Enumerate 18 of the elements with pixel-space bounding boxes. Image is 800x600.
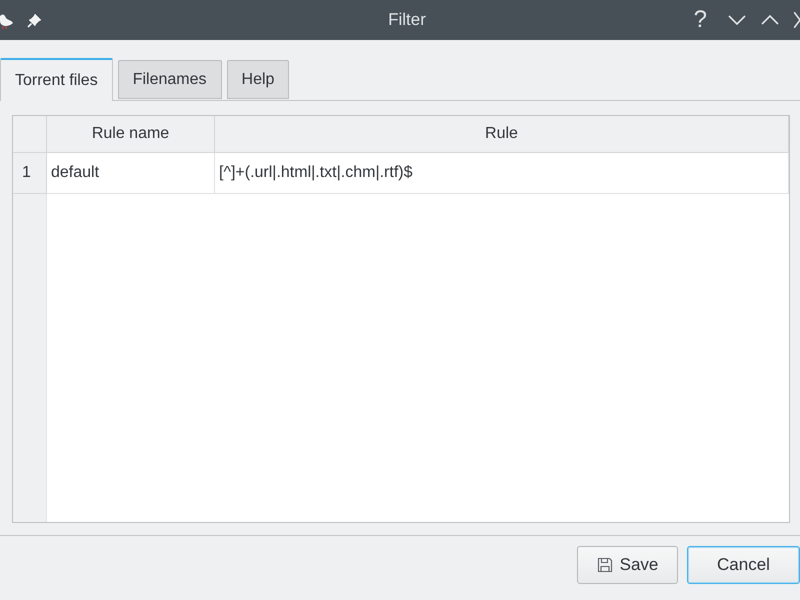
window-title: Filter: [387, 10, 426, 30]
tab[interactable]: Help: [226, 60, 290, 99]
tab[interactable]: Torrent files: [0, 58, 113, 101]
row-number: 1: [13, 153, 47, 194]
maximize-icon[interactable]: [761, 15, 779, 25]
help-button[interactable]: ?: [694, 8, 707, 32]
save-icon: [596, 557, 613, 573]
tab[interactable]: Filenames: [118, 60, 222, 99]
minimize-icon[interactable]: [728, 15, 746, 25]
table-cell[interactable]: default: [47, 153, 215, 194]
table-corner: [13, 116, 47, 153]
table-cell[interactable]: [^]+(.url|.html|.txt|.chm|.rtf)$: [215, 153, 789, 194]
cancel-button[interactable]: Cancel: [687, 546, 800, 584]
column-header[interactable]: Rule: [215, 116, 789, 153]
close-icon[interactable]: [794, 12, 800, 28]
pin-icon[interactable]: [27, 12, 42, 28]
column-header[interactable]: Rule name: [47, 116, 215, 153]
save-button[interactable]: Save: [577, 546, 678, 584]
